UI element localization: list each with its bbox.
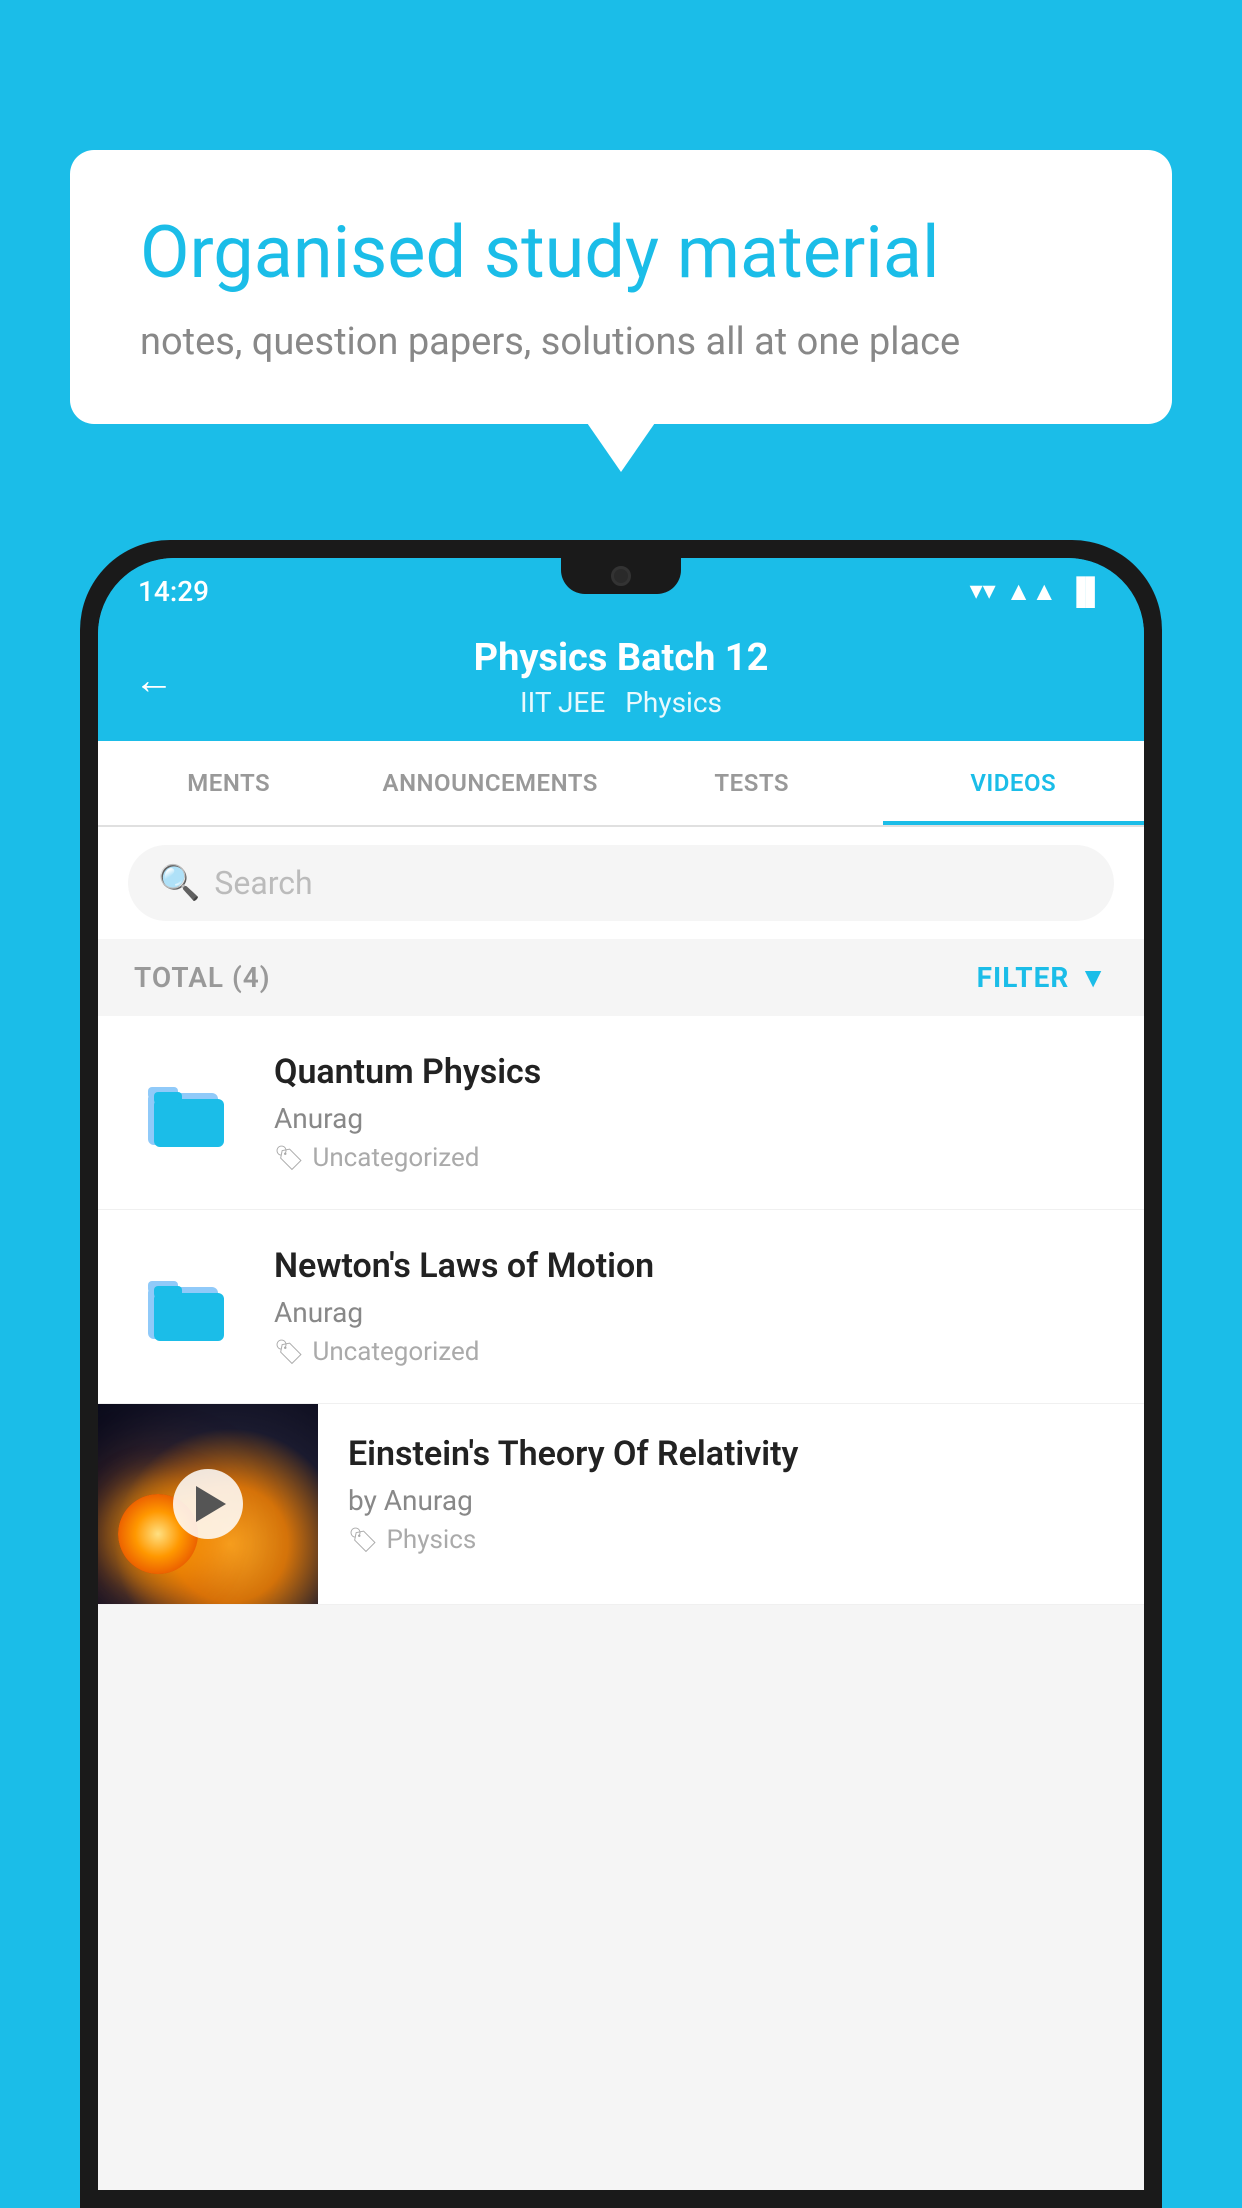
status-time: 14:29: [138, 575, 209, 608]
video-author-2: Anurag: [274, 1296, 1108, 1329]
filter-bar: TOTAL (4) FILTER ▼: [98, 939, 1144, 1016]
video-list: Quantum Physics Anurag 🏷 Uncategorized: [98, 1016, 1144, 1605]
filter-label: FILTER: [977, 961, 1070, 994]
video-info-2: Newton's Laws of Motion Anurag 🏷 Uncateg…: [274, 1246, 1108, 1367]
video-folder-icon-1: [134, 1058, 244, 1168]
list-item[interactable]: Einstein's Theory Of Relativity by Anura…: [98, 1404, 1144, 1605]
search-icon: 🔍: [158, 863, 200, 903]
tag-label-2: Uncategorized: [312, 1337, 479, 1367]
header-tag-iit: IIT JEE: [520, 686, 605, 719]
speech-bubble-title: Organised study material: [140, 210, 1102, 296]
video-tag-1: 🏷 Uncategorized: [274, 1143, 1108, 1173]
speech-bubble: Organised study material notes, question…: [70, 150, 1172, 424]
search-bar-container: 🔍 Search: [98, 827, 1144, 939]
tag-icon-3: 🏷: [348, 1526, 378, 1554]
einstein-thumbnail: [98, 1404, 318, 1604]
tag-icon-1: 🏷: [274, 1144, 304, 1172]
video-author-1: Anurag: [274, 1102, 1108, 1135]
video-tag-3: 🏷 Physics: [348, 1525, 1114, 1555]
back-button[interactable]: ←: [134, 656, 174, 703]
filter-button[interactable]: FILTER ▼: [977, 961, 1108, 994]
tab-bar: MENTS ANNOUNCEMENTS TESTS VIDEOS: [98, 741, 1144, 827]
header-tag-physics: Physics: [625, 686, 722, 719]
app-header: ← Physics Batch 12 IIT JEE Physics: [98, 618, 1144, 741]
phone-notch: [561, 558, 681, 594]
video-info-1: Quantum Physics Anurag 🏷 Uncategorized: [274, 1052, 1108, 1173]
list-item[interactable]: Quantum Physics Anurag 🏷 Uncategorized: [98, 1016, 1144, 1210]
content-area: 🔍 Search TOTAL (4) FILTER ▼: [98, 827, 1144, 2190]
search-input[interactable]: Search: [214, 864, 312, 902]
tag-icon-2: 🏷: [274, 1338, 304, 1366]
search-bar[interactable]: 🔍 Search: [128, 845, 1114, 921]
play-icon: [196, 1486, 226, 1522]
header-title: Physics Batch 12: [474, 636, 769, 680]
phone-frame: 14:29 ▾▾ ▲▲ ▐▌ ← Physics Batch 12 IIT JE…: [80, 540, 1162, 2208]
header-tags: IIT JEE Physics: [520, 686, 722, 719]
list-item[interactable]: Newton's Laws of Motion Anurag 🏷 Uncateg…: [98, 1210, 1144, 1404]
video-author-3: by Anurag: [348, 1484, 1114, 1517]
tab-ments[interactable]: MENTS: [98, 741, 360, 825]
signal-icon: ▲▲: [1006, 576, 1057, 607]
video-title-2: Newton's Laws of Motion: [274, 1246, 1108, 1286]
tag-label-3: Physics: [386, 1525, 476, 1555]
video-folder-icon-2: [134, 1252, 244, 1362]
video-tag-2: 🏷 Uncategorized: [274, 1337, 1108, 1367]
speech-bubble-container: Organised study material notes, question…: [70, 150, 1172, 424]
phone-inner: 14:29 ▾▾ ▲▲ ▐▌ ← Physics Batch 12 IIT JE…: [98, 558, 1144, 2190]
video-title-3: Einstein's Theory Of Relativity: [348, 1434, 1114, 1474]
battery-icon: ▐▌: [1067, 576, 1104, 607]
total-count: TOTAL (4): [134, 961, 271, 994]
filter-icon: ▼: [1079, 961, 1108, 994]
tab-tests[interactable]: TESTS: [621, 741, 883, 825]
tag-label-1: Uncategorized: [312, 1143, 479, 1173]
play-button[interactable]: [173, 1469, 243, 1539]
einstein-bg: [98, 1404, 318, 1604]
einstein-info: Einstein's Theory Of Relativity by Anura…: [318, 1404, 1144, 1604]
video-title-1: Quantum Physics: [274, 1052, 1108, 1092]
notch-camera: [611, 566, 631, 586]
speech-bubble-subtitle: notes, question papers, solutions all at…: [140, 320, 1102, 364]
wifi-icon: ▾▾: [970, 576, 996, 606]
status-icons: ▾▾ ▲▲ ▐▌: [970, 576, 1104, 607]
tab-announcements[interactable]: ANNOUNCEMENTS: [360, 741, 622, 825]
tab-videos[interactable]: VIDEOS: [883, 741, 1145, 825]
